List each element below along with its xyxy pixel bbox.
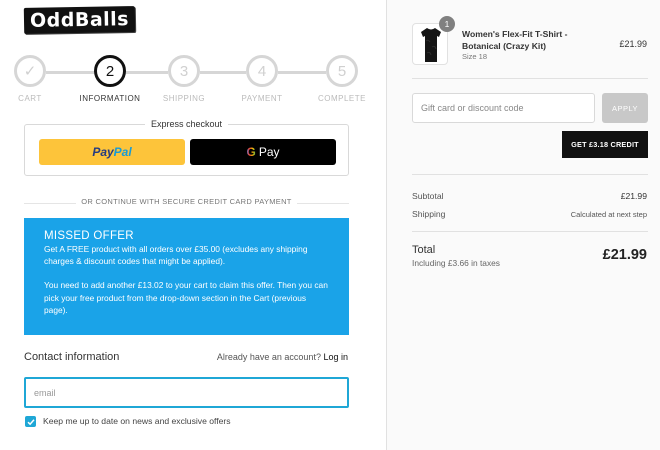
offer-paragraph-2: You need to add another £13.02 to your c…	[44, 280, 328, 315]
summary-divider	[412, 78, 648, 79]
paypal-button[interactable]: Pay Pal	[39, 139, 185, 165]
checkout-main-panel: OddBalls ✓ 2 3 4 5 CART INFORMATION SHIP…	[0, 0, 386, 450]
step-connector	[200, 71, 246, 74]
shipping-label: Shipping	[412, 209, 446, 219]
step-connector	[46, 71, 94, 74]
step-label-shipping: SHIPPING	[162, 94, 206, 103]
paypal-logo-pal: Pal	[113, 145, 132, 159]
login-link[interactable]: Log in	[323, 352, 348, 362]
google-pay-label: Pay	[258, 145, 280, 159]
shipping-value: Calculated at next step	[570, 210, 647, 219]
summary-divider	[412, 231, 648, 232]
payment-divider: OR CONTINUE WITH SECURE CREDIT CARD PAYM…	[24, 197, 349, 209]
discount-code-input[interactable]	[412, 93, 595, 123]
product-name: Women's Flex-Fit T-Shirt - Botanical (Cr…	[462, 29, 568, 51]
express-checkout-title: Express checkout	[25, 119, 348, 129]
express-checkout-box: Express checkout Pay Pal G Pay	[24, 119, 349, 176]
login-prompt: Already have an account? Log in	[217, 352, 348, 362]
subtotal-label: Subtotal	[412, 191, 444, 201]
get-credit-button[interactable]: GET £3.18 CREDIT	[562, 131, 648, 158]
quantity-badge: 1	[439, 16, 455, 32]
contact-information-title: Contact information	[24, 351, 120, 363]
product-thumbnail: 1	[412, 16, 455, 65]
brand-logo[interactable]: OddBalls	[23, 6, 136, 34]
total-value: £21.99	[602, 247, 647, 263]
apply-discount-button[interactable]: APPLY	[602, 93, 648, 123]
paypal-logo-pay: Pay	[92, 145, 114, 159]
divider-text: OR CONTINUE WITH SECURE CREDIT CARD PAYM…	[76, 197, 297, 206]
step-connector	[126, 71, 168, 74]
total-label: Total	[412, 244, 436, 256]
step-label-complete: COMPLETE	[317, 94, 366, 103]
order-summary-panel: 1 Women's Flex-Fit T-Shirt - Botanical (…	[386, 0, 660, 450]
offer-paragraph-1: Get A FREE product with all orders over …	[44, 244, 308, 267]
product-variant: Size 18	[462, 52, 488, 61]
step-label-information: INFORMATION	[79, 94, 141, 103]
offer-heading: MISSED OFFER	[44, 230, 134, 242]
newsletter-checkbox[interactable]	[25, 416, 36, 427]
product-price: £21.99	[619, 39, 647, 49]
step-cart-check-icon[interactable]: ✓	[14, 55, 46, 87]
account-prompt-text: Already have an account?	[216, 352, 321, 362]
google-g-icon: G	[246, 145, 256, 159]
step-shipping: 3	[168, 55, 200, 87]
google-pay-button[interactable]: G Pay	[190, 139, 336, 165]
logo-text: OddBalls	[23, 6, 136, 34]
checkout-stepper: ✓ 2 3 4 5 CART INFORMATION SHIPPING PAYM…	[14, 55, 366, 105]
step-label-payment: PAYMENT	[241, 94, 283, 103]
step-complete: 5	[326, 55, 358, 87]
step-label-cart[interactable]: CART	[0, 94, 65, 103]
step-connector	[278, 71, 326, 74]
missed-offer-banner: MISSED OFFER Get A FREE product with all…	[24, 218, 349, 335]
subtotal-value: £21.99	[620, 191, 647, 201]
tshirt-image	[421, 28, 441, 62]
newsletter-label[interactable]: Keep me up to date on news and exclusive…	[43, 416, 231, 426]
step-information: 2	[94, 55, 126, 87]
checkmark-icon	[26, 418, 35, 425]
email-field[interactable]	[24, 377, 349, 408]
step-payment: 4	[246, 55, 278, 87]
summary-divider	[412, 174, 648, 175]
tax-note: Including £3.66 in taxes	[412, 258, 500, 268]
